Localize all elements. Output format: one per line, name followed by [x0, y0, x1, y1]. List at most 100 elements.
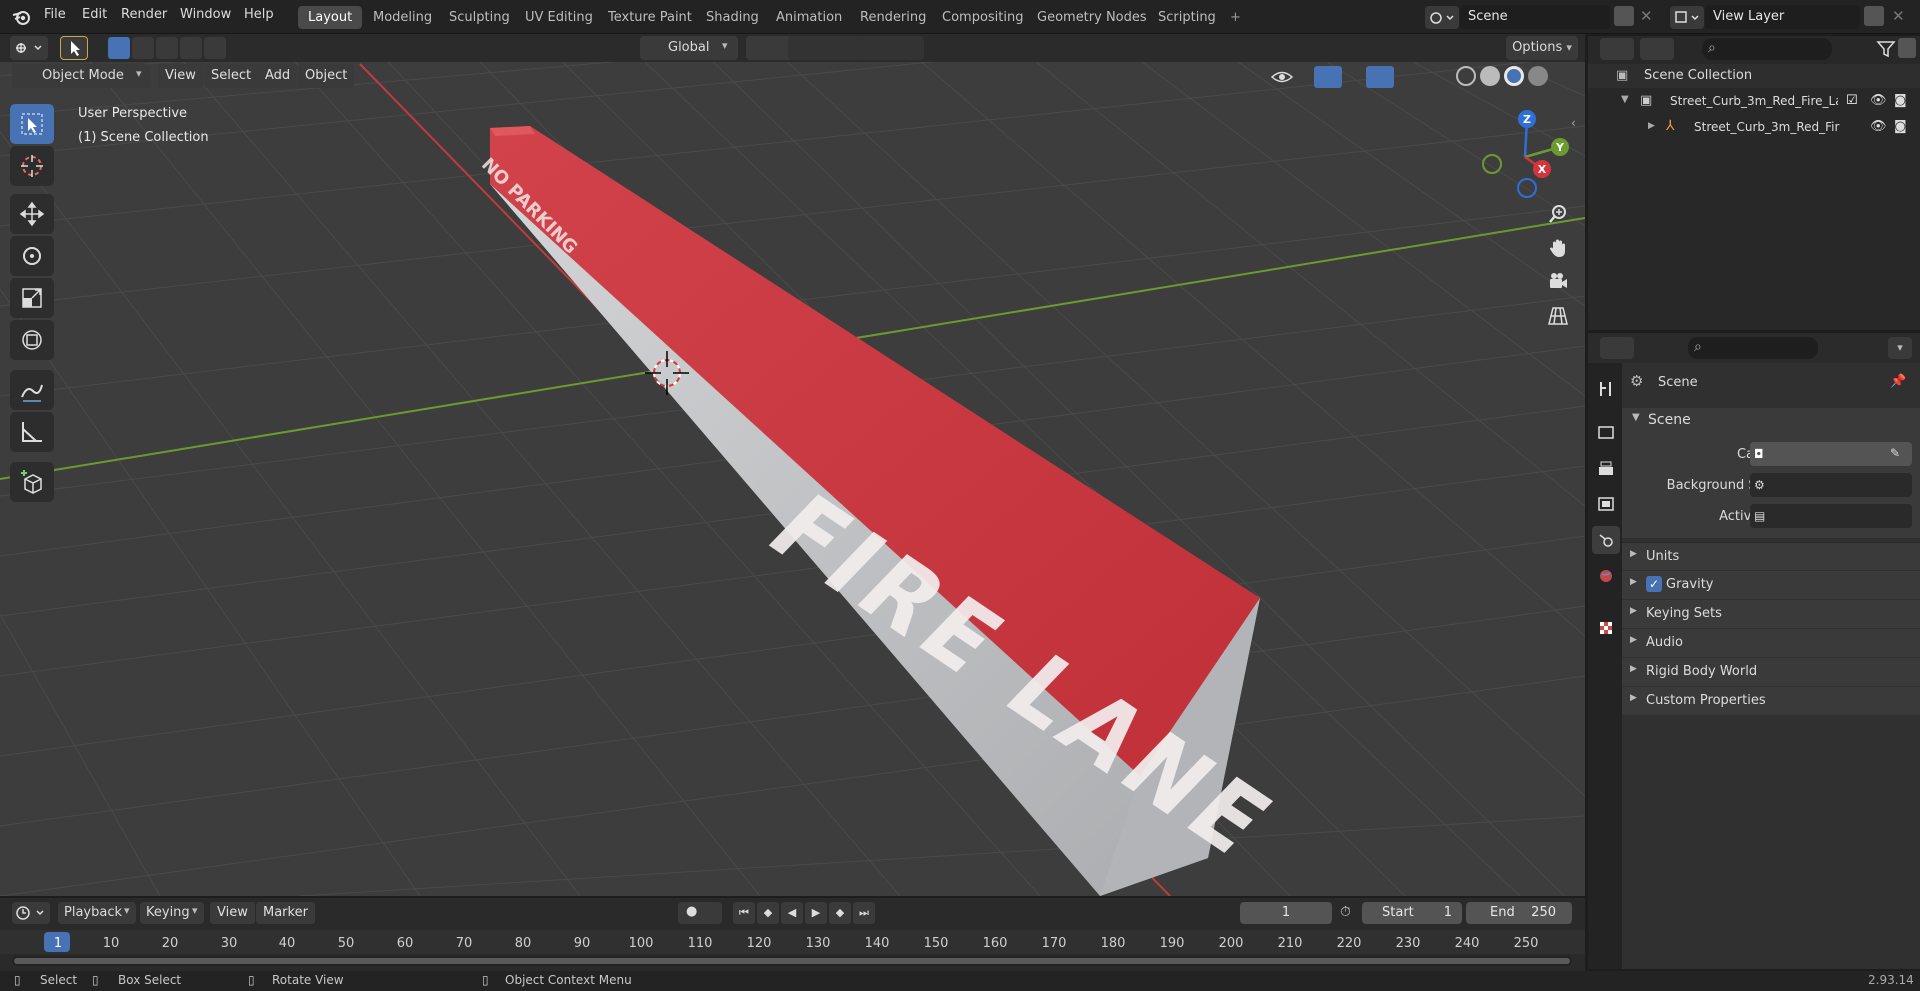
camera-icon[interactable]: ◙ — [1894, 93, 1907, 108]
menu-add[interactable]: Add — [258, 64, 298, 88]
stopwatch-icon[interactable]: ⏱ — [1340, 904, 1351, 920]
tab-sculpting[interactable]: Sculpting — [439, 6, 520, 29]
timeline-scrollbar[interactable] — [12, 956, 1572, 966]
camera-icon[interactable]: ◙ — [1894, 119, 1907, 134]
eyedropper-icon[interactable]: ✎ — [1890, 446, 1900, 460]
navigation-gizmo[interactable]: Z Y X — [1470, 102, 1580, 212]
world-tab-icon[interactable] — [1592, 562, 1620, 590]
new-scene-icon[interactable] — [1614, 6, 1634, 26]
gravity-subpanel[interactable]: ▶ ✓ Gravity — [1622, 571, 1920, 599]
menu-window[interactable]: Window — [180, 7, 231, 22]
current-frame-field[interactable]: 1 — [1240, 902, 1332, 924]
tab-shading[interactable]: Shading — [696, 6, 769, 29]
proportional-editing-controls[interactable] — [858, 36, 924, 60]
custom-properties-subpanel[interactable]: ▶ Custom Properties — [1622, 687, 1920, 715]
tab-uv-editing[interactable]: UV Editing — [515, 6, 603, 29]
mode-dropdown[interactable]: Object Mode ▾ — [12, 64, 150, 88]
end-frame-field[interactable]: End 250 — [1466, 902, 1572, 924]
perspective-toggle-icon[interactable] — [1541, 300, 1575, 332]
select-mode-icon[interactable] — [60, 36, 88, 60]
pin-icon[interactable]: 📌 — [1890, 374, 1906, 389]
transform-orientation-dropdown[interactable]: Global ▾ — [640, 36, 738, 60]
gizmo-toggle-icon[interactable] — [1314, 66, 1342, 88]
view-layer-field[interactable]: View Layer — [1705, 5, 1860, 29]
pan-hand-icon[interactable] — [1541, 232, 1575, 264]
properties-editor-type-icon[interactable] — [1600, 337, 1634, 359]
timeline-editor[interactable]: Playback ▾ Keying ▾ View Marker ● ⏮ ◆ ◀ … — [0, 898, 1585, 971]
overlays-toggle-icon[interactable] — [1366, 66, 1394, 88]
view-layer-tab-icon[interactable] — [1592, 490, 1620, 518]
add-cube-tool[interactable] — [10, 462, 54, 502]
camera-field[interactable] — [1750, 442, 1912, 466]
menu-select[interactable]: Select — [204, 64, 259, 88]
tab-rendering[interactable]: Rendering — [850, 6, 936, 29]
outliner-root-row[interactable]: ▣ Scene Collection — [1588, 64, 1920, 88]
new-view-layer-icon[interactable] — [1864, 6, 1884, 26]
rotate-tool[interactable] — [10, 236, 54, 276]
tab-geometry-nodes[interactable]: Geometry Nodes — [1027, 6, 1157, 29]
checkbox-icon[interactable]: ☑ — [1846, 93, 1858, 108]
material-preview-icon[interactable] — [1504, 66, 1524, 86]
menu-render[interactable]: Render — [121, 7, 167, 22]
new-collection-icon[interactable] — [1898, 38, 1916, 58]
zoom-icon[interactable] — [1541, 198, 1575, 230]
solid-shading-icon[interactable] — [1480, 66, 1500, 86]
tab-texture-paint[interactable]: Texture Paint — [598, 6, 702, 29]
expand-triangle-icon[interactable]: ▶ — [1648, 121, 1655, 131]
prev-keyframe-icon[interactable]: ◆ — [757, 902, 779, 924]
background-scene-field[interactable] — [1750, 473, 1912, 497]
3d-viewport[interactable]: FIRE LANE NO PARKING User Perspective (1… — [0, 36, 1585, 896]
tab-layout[interactable]: Layout — [298, 6, 363, 29]
chevron-down-icon[interactable]: ▾ — [1888, 337, 1912, 359]
display-mode-icon[interactable] — [1640, 38, 1674, 60]
rendered-shading-icon[interactable] — [1528, 66, 1548, 86]
menu-edit[interactable]: Edit — [82, 7, 107, 22]
eye-icon[interactable]: 👁 — [1870, 93, 1887, 108]
sidebar-toggle-icon[interactable]: ‹ — [1571, 116, 1576, 130]
editor-type-icon[interactable] — [10, 36, 48, 60]
timeline-menu-marker[interactable]: Marker — [256, 902, 315, 924]
next-keyframe-icon[interactable]: ◆ — [829, 902, 851, 924]
auto-keying-toggle[interactable]: ● — [678, 902, 722, 924]
units-subpanel[interactable]: ▶ Units — [1622, 542, 1920, 570]
tab-scripting[interactable]: Scripting — [1148, 6, 1226, 29]
rigid-body-world-subpanel[interactable]: ▶ Rigid Body World — [1622, 658, 1920, 686]
transform-tool[interactable] — [10, 320, 54, 360]
xray-toggle-icon[interactable] — [1424, 66, 1448, 88]
keying-sets-subpanel[interactable]: ▶ Keying Sets — [1622, 600, 1920, 628]
start-frame-field[interactable]: Start 1 — [1362, 902, 1462, 924]
menu-help[interactable]: Help — [244, 7, 274, 22]
wireframe-shading-icon[interactable] — [1456, 66, 1476, 86]
active-clip-field[interactable] — [1750, 504, 1912, 528]
texture-tab-icon[interactable] — [1592, 614, 1620, 642]
play-reverse-icon[interactable]: ◀ — [781, 902, 803, 924]
camera-view-icon[interactable] — [1541, 266, 1575, 298]
delete-view-layer-icon[interactable]: ✕ — [1892, 7, 1905, 25]
scene-tab-icon[interactable] — [1592, 526, 1620, 554]
outliner-row[interactable]: ▼ ▣ Street_Curb_3m_Red_Fire_La ☑ 👁 ◙ — [1588, 90, 1920, 114]
annotate-tool[interactable] — [10, 370, 54, 410]
select-new-icon[interactable] — [108, 37, 130, 59]
options-dropdown[interactable]: Options ▾ — [1506, 36, 1578, 60]
tool-tab-icon[interactable] — [1592, 375, 1620, 403]
render-tab-icon[interactable] — [1592, 418, 1620, 446]
outliner-row[interactable]: ▶ ⅄ Street_Curb_3m_Red_Fir 👁 ◙ — [1588, 116, 1920, 140]
jump-to-start-icon[interactable]: ⏮ — [733, 902, 755, 924]
playback-menu[interactable]: Playback ▾ — [58, 902, 136, 924]
gravity-checkbox[interactable]: ✓ — [1646, 576, 1662, 592]
measure-tool[interactable] — [10, 412, 54, 452]
cursor-tool[interactable] — [10, 146, 54, 186]
scale-tool[interactable] — [10, 278, 54, 318]
scene-panel-header[interactable]: ▼ Scene — [1622, 408, 1920, 434]
move-tool[interactable] — [10, 194, 54, 234]
select-box-tool[interactable] — [10, 104, 54, 144]
menu-file[interactable]: File — [44, 7, 66, 22]
blender-logo-icon[interactable] — [12, 8, 32, 26]
keying-menu[interactable]: Keying ▾ — [140, 902, 204, 924]
scene-name-field[interactable]: Scene — [1460, 5, 1610, 29]
audio-subpanel[interactable]: ▶ Audio — [1622, 629, 1920, 657]
select-subtract-icon[interactable] — [156, 37, 178, 59]
menu-view[interactable]: View — [158, 64, 203, 88]
select-invert-icon[interactable] — [180, 37, 202, 59]
scene-selector-icon[interactable] — [1425, 6, 1459, 29]
